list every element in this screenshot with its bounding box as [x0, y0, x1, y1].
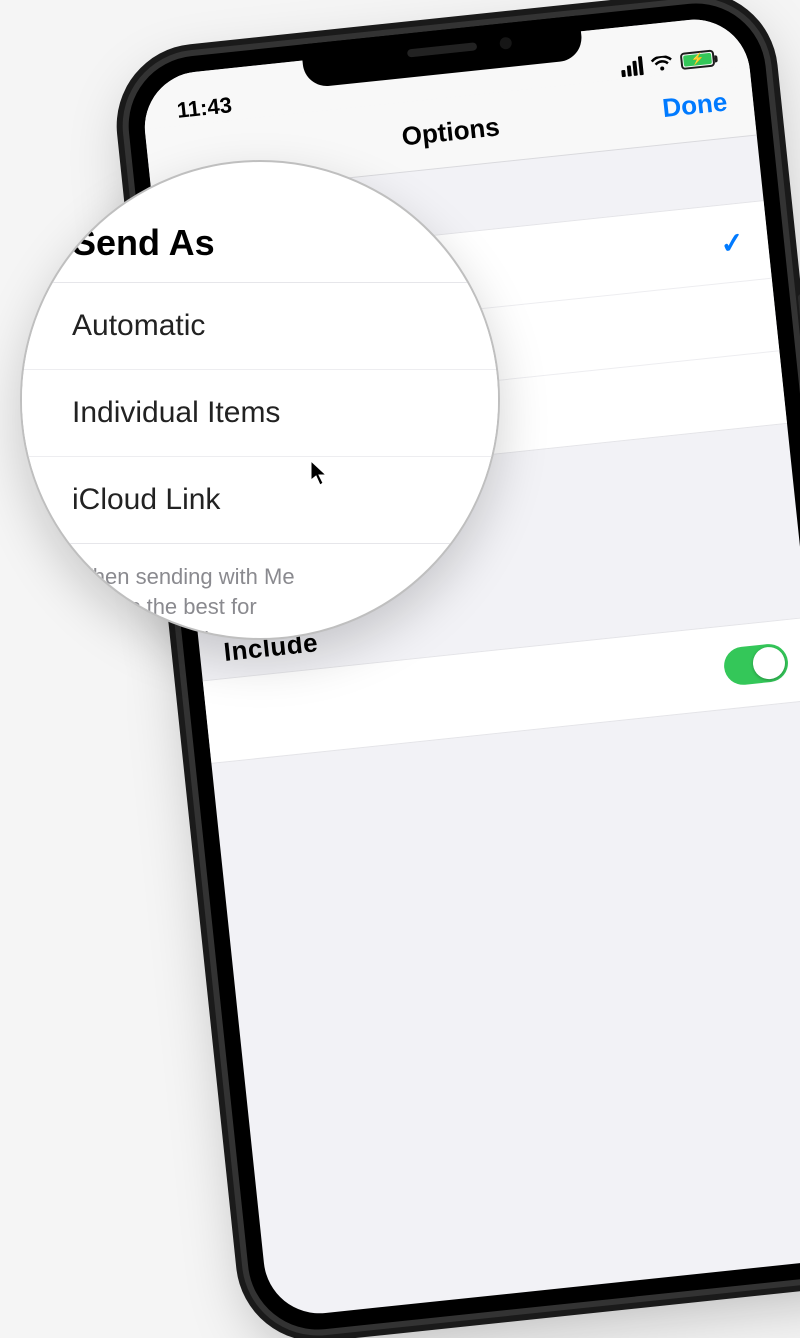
option-label: iCloud Link: [72, 483, 220, 517]
checkmark-icon: ✓: [719, 225, 746, 260]
earpiece-speaker: [407, 42, 477, 57]
cellular-signal-icon: [620, 56, 644, 77]
wifi-icon: [650, 54, 674, 72]
page-title: Options: [400, 111, 501, 152]
option-label: Individual Items: [72, 396, 280, 430]
mag-section-header-send-as: Send As: [20, 162, 500, 282]
status-time: 11:43: [176, 92, 233, 124]
done-button[interactable]: Done: [661, 86, 729, 124]
mag-option-automatic[interactable]: Automatic: [20, 283, 500, 370]
magnifier-lens: Send As Automatic Individual Items iClou…: [20, 160, 500, 640]
battery-charging-icon: ⚡: [680, 50, 716, 70]
option-label: Automatic: [72, 309, 205, 343]
mag-option-icloud-link[interactable]: iCloud Link: [20, 457, 500, 543]
mag-option-individual-items[interactable]: Individual Items: [20, 370, 500, 457]
front-camera-icon: [499, 37, 512, 50]
mag-footer-note: When sending with Me selects the best fo…: [20, 544, 500, 640]
toggle-switch-on[interactable]: [722, 642, 790, 686]
mag-send-as-list: Automatic Individual Items iCloud Link: [20, 282, 500, 544]
